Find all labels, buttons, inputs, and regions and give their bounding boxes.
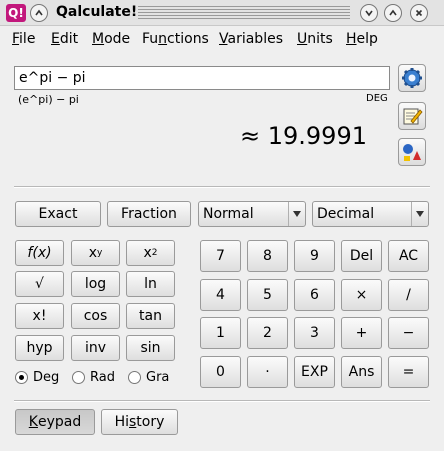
key-6[interactable]: 6	[294, 279, 335, 311]
function-button[interactable]: f(x)	[15, 240, 64, 266]
key-7[interactable]: 7	[200, 240, 241, 272]
maximize-button[interactable]	[384, 4, 402, 22]
menu-functions[interactable]: Functions	[142, 30, 209, 48]
window-menu-button[interactable]	[30, 4, 48, 22]
number-base-value: Decimal	[317, 206, 375, 222]
keypad-mnemonic: K	[28, 414, 38, 430]
factorial-button[interactable]: x!	[15, 303, 64, 329]
separator-bottom	[14, 400, 430, 402]
key-4[interactable]: 4	[200, 279, 241, 311]
square-button[interactable]: x2	[126, 240, 175, 266]
expression-input[interactable]	[14, 66, 390, 90]
gra-radio[interactable]	[128, 371, 141, 384]
dropdown-arrow-icon	[411, 202, 428, 226]
key-0[interactable]: 0	[200, 356, 241, 388]
log-button[interactable]: log	[71, 271, 120, 297]
chevron-up-icon	[389, 9, 397, 16]
cos-button[interactable]: cos	[71, 303, 120, 329]
hyp-button[interactable]: hyp	[15, 335, 64, 361]
sin-button[interactable]: sin	[126, 335, 175, 361]
square-exponent: 2	[151, 248, 158, 258]
clear-all-button[interactable]: AC	[388, 240, 429, 272]
key-3[interactable]: 3	[294, 317, 335, 349]
fraction-button[interactable]: Fraction	[107, 201, 191, 227]
ln-button[interactable]: ln	[126, 271, 175, 297]
menu-units[interactable]: Units	[297, 30, 333, 48]
menu-file[interactable]: File	[12, 30, 35, 48]
multiply-button[interactable]: ×	[341, 279, 382, 311]
app-icon: Q!	[6, 4, 26, 22]
keypad-toggle-button[interactable]: Keypad	[15, 409, 95, 435]
exp-button[interactable]: EXP	[294, 356, 335, 388]
result-display: ≈ 19.9991	[240, 122, 367, 150]
close-button[interactable]	[410, 4, 428, 22]
rad-radio[interactable]	[72, 371, 85, 384]
menu-edit[interactable]: Edit	[51, 30, 78, 48]
power-exponent: y	[96, 248, 103, 258]
chevron-up-icon	[35, 9, 43, 16]
rad-radio-label: Rad	[90, 370, 115, 385]
minimize-button[interactable]	[360, 4, 378, 22]
close-icon	[415, 9, 423, 17]
inv-button[interactable]: inv	[71, 335, 120, 361]
execute-button[interactable]	[398, 64, 426, 92]
equals-button[interactable]: =	[388, 356, 429, 388]
square-base: x	[143, 245, 152, 261]
deg-radio[interactable]	[15, 371, 28, 384]
store-button[interactable]	[398, 102, 426, 130]
menu-mode[interactable]: Mode	[92, 30, 130, 48]
subtract-button[interactable]: −	[388, 317, 429, 349]
history-mnemonic: s	[129, 414, 137, 430]
key-1[interactable]: 1	[200, 317, 241, 349]
title-grip	[138, 6, 350, 20]
display-mode-select[interactable]: Normal	[198, 201, 306, 227]
key-8[interactable]: 8	[247, 240, 288, 272]
key-9[interactable]: 9	[294, 240, 335, 272]
history-toggle-button[interactable]: Hi s tory	[101, 409, 178, 435]
sqrt-button[interactable]: √	[15, 271, 64, 297]
history-label-start: Hi	[114, 414, 129, 430]
window-title: Qalculate!	[56, 4, 138, 20]
chevron-down-icon	[365, 10, 373, 17]
dropdown-arrow-icon	[288, 202, 305, 226]
divide-button[interactable]: /	[388, 279, 429, 311]
add-button[interactable]: +	[341, 317, 382, 349]
display-mode-value: Normal	[203, 206, 254, 222]
exact-button[interactable]: Exact	[15, 201, 101, 227]
gear-icon	[402, 68, 422, 88]
menu-help[interactable]: Help	[346, 30, 378, 48]
delete-button[interactable]: Del	[341, 240, 382, 272]
history-label-end: tory	[136, 414, 165, 430]
gra-radio-label: Gra	[146, 370, 170, 385]
key-2[interactable]: 2	[247, 317, 288, 349]
angle-unit-indicator: DEG	[366, 93, 388, 104]
conversion-icon	[403, 144, 421, 161]
edit-icon	[403, 108, 423, 125]
key-5[interactable]: 5	[247, 279, 288, 311]
keypad-label: eypad	[37, 414, 82, 430]
decimal-point-button[interactable]: ·	[247, 356, 288, 388]
deg-radio-label: Deg	[33, 370, 60, 385]
power-button[interactable]: xy	[71, 240, 120, 266]
menu-variables[interactable]: Variables	[219, 30, 283, 48]
number-base-select[interactable]: Decimal	[312, 201, 429, 227]
tan-button[interactable]: tan	[126, 303, 175, 329]
parsed-expression: (e^pi) − pi	[18, 93, 79, 106]
ans-button[interactable]: Ans	[341, 356, 382, 388]
convert-button[interactable]	[398, 138, 426, 166]
separator-top	[14, 186, 430, 188]
power-base: x	[88, 245, 97, 261]
